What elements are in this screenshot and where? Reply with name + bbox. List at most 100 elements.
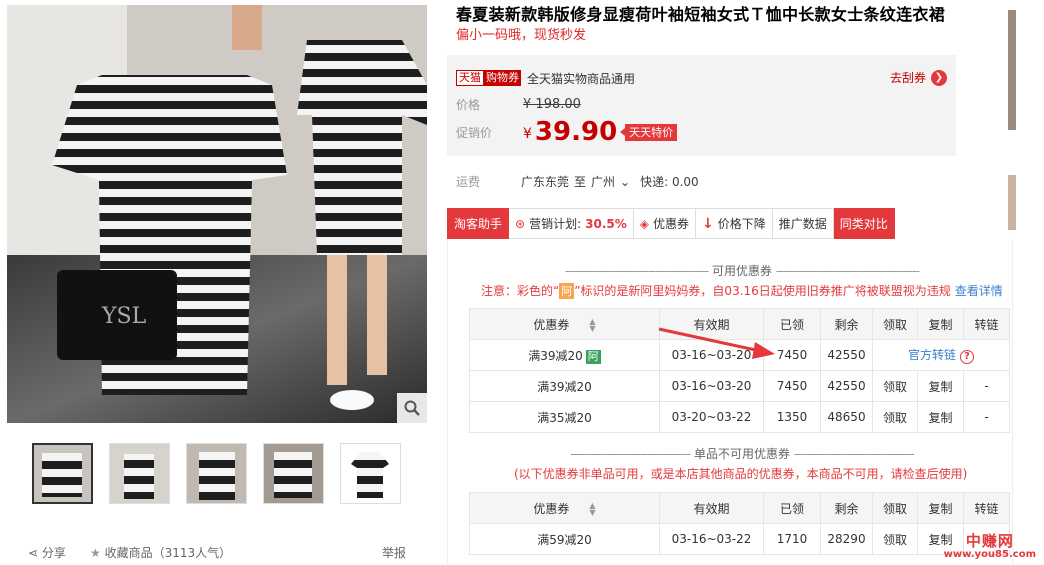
zoom-button[interactable] (397, 393, 427, 423)
thumbnail-1[interactable] (32, 443, 93, 504)
tab-helper[interactable]: 淘客助手 (447, 208, 510, 239)
tab-coupons[interactable]: ◈ 优惠券 (633, 208, 697, 239)
currency-symbol: ¥ (523, 126, 532, 142)
get-coupon-link[interactable]: 去刮券 ❯ (890, 69, 947, 86)
shipping-fee: 快递: 0.00 (640, 175, 699, 189)
main-product-photo[interactable]: YSL (7, 5, 427, 423)
thumbnail-image (110, 444, 169, 503)
get-coupon-button[interactable]: 领取 (872, 370, 918, 402)
column-header: 转链 (963, 308, 1010, 340)
plan-rate: 30.5% (585, 216, 627, 231)
coupon-cell: 满59减20 (469, 523, 660, 555)
magnifier-icon (404, 400, 420, 416)
column-header: 转链 (963, 492, 1010, 524)
coupon-cell: 满39减20 (469, 370, 660, 402)
left-cell: 48650 (820, 401, 873, 433)
table-row: 满59减20 03-16~03-22 1710 28290 领取 复制 - (469, 523, 1010, 555)
thumbnail-3[interactable] (186, 443, 247, 504)
ali-badge: 阿 (559, 283, 575, 299)
share-label: 分享 (41, 546, 66, 560)
thumbnail-2[interactable] (109, 443, 170, 504)
column-header: 领取 (872, 492, 918, 524)
unavailable-coupons-title: ------------------------------------ 单品不… (542, 445, 942, 462)
taken-cell: 7450 (763, 370, 821, 402)
coupon-cell: 满35减20 (469, 401, 660, 433)
thumbnail-5[interactable] (340, 443, 401, 504)
tmall-tag: 天猫 (456, 70, 484, 86)
tag-icon: ◈ (639, 216, 649, 231)
tab-compare[interactable]: 同类对比 (833, 208, 895, 239)
divider-line: ------------------------------------ (570, 447, 691, 461)
watermark-url: www.you85.com (943, 549, 1036, 560)
annotation-arrow (658, 327, 775, 359)
table-row: 满39减20 03-16~03-20 7450 42550 领取 复制 - (469, 370, 1010, 402)
link-cell: - (963, 370, 1010, 402)
official-link-button[interactable]: 官方转链 (908, 348, 956, 362)
get-coupon-label: 去刮券 (889, 71, 926, 85)
view-details-link[interactable]: 查看详情 (955, 284, 1003, 298)
thumbnail-image (187, 444, 246, 503)
period-cell: 03-16~03-20 (659, 370, 764, 402)
favorite-label: 收藏商品 (104, 546, 153, 560)
social-bar: ⋖ 分享 ★ 收藏商品（3113人气） 举报 (28, 544, 418, 564)
product-subtitle: 偏小一码哦，现货秒发 (456, 28, 587, 43)
tab-helper-label: 淘客助手 (454, 217, 503, 231)
column-header: 领取 (872, 308, 918, 340)
site-watermark: 中赚网 www.you85.com (944, 534, 1036, 562)
thumbnail-strip (32, 443, 401, 504)
plan-label: 营销计划: (529, 217, 582, 231)
column-header: 有效期 (659, 492, 764, 524)
unavailable-note: (以下优惠券非单品可用，或是本店其他商品的优惠券，本商品不可用，请检查后使用) (514, 467, 968, 481)
column-header[interactable]: 优惠券 ▲ ▼ (469, 308, 660, 340)
taken-cell: 1350 (763, 401, 821, 433)
ship-to-select[interactable]: 广州 ⌄ (591, 173, 635, 190)
get-coupon-button[interactable]: 领取 (872, 523, 918, 555)
chevron-right-icon: ❯ (931, 69, 947, 86)
tab-marketing-plan[interactable]: ⊛ 营销计划: 30.5% (509, 208, 634, 239)
shopping-coupon-tag: 购物券 (484, 70, 521, 86)
divider-line: ----------------------------------------… (775, 264, 920, 278)
thumbnail-4[interactable] (263, 443, 324, 504)
share-icon: ⋖ (28, 546, 39, 560)
left-cell: 42550 (820, 339, 873, 371)
available-title-text: 可用优惠券 (711, 264, 772, 278)
help-icon[interactable]: ? (960, 350, 974, 364)
edge-photo (1008, 175, 1016, 230)
star-icon: ★ (90, 546, 101, 560)
share-link[interactable]: ⋖ 分享 (28, 544, 66, 561)
tab-price-drop[interactable]: ↓ 价格下降 (696, 208, 773, 239)
divider-line: ----------------------------------------… (564, 264, 709, 278)
unavailable-coupons-table: 优惠券 ▲ ▼ 有效期 已领 剩余 领取 复制 转链 满59减20 03-16~03… (469, 492, 1010, 555)
notice-text: 注意：彩色的“ 阿 ”标识的是新阿里妈妈券，自03.16日起使用旧券推广将被联盟视为… (481, 282, 1003, 299)
chevron-down-icon: ⌄ (620, 175, 631, 189)
shipping-label: 运费 (456, 175, 481, 189)
report-link[interactable]: 举报 (382, 544, 406, 561)
taoke-toolbar: 淘客助手 ⊛ 营销计划: 30.5% ◈ 优惠券 ↓ 价格下降 推广数据 同类对… (447, 208, 895, 239)
edge-photo (1008, 10, 1016, 130)
original-price-value: 198.00 (535, 97, 581, 112)
copy-button[interactable]: 复制 (917, 370, 964, 402)
price-label: 价格 (456, 98, 481, 112)
price-box: 天猫 购物券 全天猫实物商品通用 去刮券 ❯ 价格 ¥ 198.00 促销价 ¥… (447, 55, 956, 156)
column-header[interactable]: 优惠券 ▲ ▼ (469, 492, 660, 524)
svg-text:YSL: YSL (101, 304, 147, 329)
ship-to-city: 广州 (591, 175, 616, 189)
tab-promo-data[interactable]: 推广数据 (772, 208, 834, 239)
watermark-name: 中赚网 (965, 532, 1014, 550)
ship-from: 广东东莞 (521, 175, 570, 189)
favorite-count: （3113人气） (152, 546, 232, 560)
promo-price-row: 促销价 ¥ 39.90 天天特价 (456, 117, 678, 147)
official-link-cell: 官方转链? (872, 339, 1010, 371)
daily-deal-badge: 天天特价 (620, 123, 678, 141)
coupon-name: 满39减20 (528, 348, 583, 363)
copy-button[interactable]: 复制 (917, 401, 964, 433)
promo-row: 天猫 购物券 全天猫实物商品通用 (456, 69, 635, 87)
favorite-link[interactable]: ★ 收藏商品（3113人气） (90, 544, 231, 561)
taken-cell: 1710 (763, 523, 821, 555)
get-coupon-button[interactable]: 领取 (872, 401, 918, 433)
notice-post: ”标识的是新阿里妈妈券，自03.16日起使用旧券推广将被联盟视为违规 (574, 284, 951, 298)
divider-line: ------------------------------------ (793, 447, 915, 461)
table-header-row: 优惠券 ▲ ▼ 有效期 已领 剩余 领取 复制 转链 (469, 492, 1010, 524)
left-cell: 28290 (820, 523, 873, 555)
left-cell: 42550 (820, 370, 873, 402)
